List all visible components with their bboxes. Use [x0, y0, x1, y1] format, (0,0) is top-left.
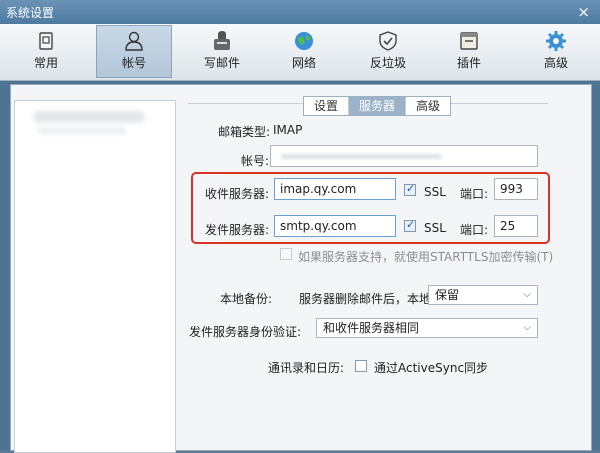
settings-toolbar: 常用 帐号 写邮件 网络 反垃圾 插件 高级 — [0, 24, 600, 81]
compose-icon — [214, 31, 230, 50]
auth-select-value: 和收件服务器相同 — [323, 321, 420, 335]
account-label: 帐号: — [241, 154, 270, 168]
title-bar: 系统设置 × — [0, 0, 600, 24]
network-icon — [295, 32, 313, 50]
outgoing-ssl-label: SSL — [424, 221, 446, 235]
incoming-ssl-checkbox[interactable] — [404, 182, 416, 196]
advanced-icon — [546, 31, 566, 51]
auth-select[interactable]: 和收件服务器相同 ⌵ — [316, 318, 538, 338]
outgoing-ssl-checkbox[interactable] — [404, 218, 416, 232]
toolbar-label: 插件 — [456, 56, 481, 70]
activesync-checkbox[interactable] — [355, 360, 367, 372]
account-list-item[interactable] — [33, 111, 145, 123]
toolbar-label: 反垃圾 — [369, 56, 406, 70]
toolbar-item-account[interactable]: 帐号 — [96, 25, 172, 78]
toolbar-label: 写邮件 — [203, 56, 240, 70]
outgoing-port-input[interactable]: 25 — [494, 215, 538, 237]
account-list-subitem — [37, 127, 127, 135]
starttls-label: 如果服务器支持，就使用STARTTLS加密传输(T) — [298, 250, 554, 264]
outgoing-port-label: 端口: — [460, 223, 489, 237]
mail-type-value: IMAP — [273, 123, 303, 137]
toolbar-item-compose[interactable]: 写邮件 — [184, 26, 260, 78]
account-icon — [125, 31, 143, 51]
chevron-down-icon: ⌵ — [523, 289, 531, 300]
settings-tabs: 设置 服务器 高级 — [303, 96, 452, 116]
toolbar-item-antispam[interactable]: 反垃圾 — [350, 26, 426, 78]
window-title: 系统设置 — [6, 6, 55, 20]
toolbar-label: 网络 — [291, 56, 316, 70]
activesync-label: 通过ActiveSync同步 — [374, 361, 489, 375]
chevron-down-icon: ⌵ — [523, 322, 531, 333]
starttls-checkbox[interactable] — [280, 248, 292, 260]
plugin-icon — [460, 32, 478, 50]
toolbar-item-network[interactable]: 网络 — [266, 26, 342, 78]
mail-type-label: 邮箱类型: — [218, 125, 271, 139]
toolbar-label: 高级 — [543, 56, 568, 70]
backup-select[interactable]: 保留 ⌵ — [428, 285, 538, 305]
auth-label: 发件服务器身份验证: — [189, 325, 302, 339]
incoming-server-label: 收件服务器: — [205, 187, 270, 201]
tab-settings[interactable]: 设置 — [304, 97, 350, 115]
toolbar-item-plugin[interactable]: 插件 — [431, 26, 507, 78]
incoming-server-input[interactable]: imap.qy.com — [274, 178, 396, 200]
tab-server[interactable]: 服务器 — [349, 97, 407, 115]
outgoing-server-input[interactable]: smtp.qy.com — [274, 215, 396, 237]
backup-label: 本地备份: — [220, 292, 273, 306]
general-icon — [39, 32, 53, 50]
close-button[interactable]: × — [577, 3, 590, 21]
incoming-ssl-label: SSL — [424, 185, 446, 199]
toolbar-item-advanced[interactable]: 高级 — [518, 26, 594, 78]
antispam-icon — [379, 31, 397, 51]
backup-select-value: 保留 — [435, 288, 460, 302]
masked-account-value — [281, 154, 441, 159]
toolbar-item-general[interactable]: 常用 — [8, 26, 84, 78]
tab-advanced[interactable]: 高级 — [406, 97, 450, 115]
account-field[interactable] — [270, 145, 538, 167]
incoming-port-label: 端口: — [460, 187, 489, 201]
toolbar-label: 常用 — [33, 56, 58, 70]
settings-window: 系统设置 × 常用 帐号 写邮件 网络 反垃圾 插件 高级 设置 服务器 高级 … — [0, 0, 600, 453]
backup-description: 服务器删除邮件后，本地 — [299, 292, 432, 306]
incoming-port-input[interactable]: 993 — [494, 178, 538, 200]
outgoing-server-label: 发件服务器: — [205, 223, 270, 237]
contacts-calendar-label: 通讯录和日历: — [268, 361, 345, 375]
toolbar-label: 帐号 — [121, 56, 146, 70]
account-list[interactable] — [14, 100, 176, 453]
